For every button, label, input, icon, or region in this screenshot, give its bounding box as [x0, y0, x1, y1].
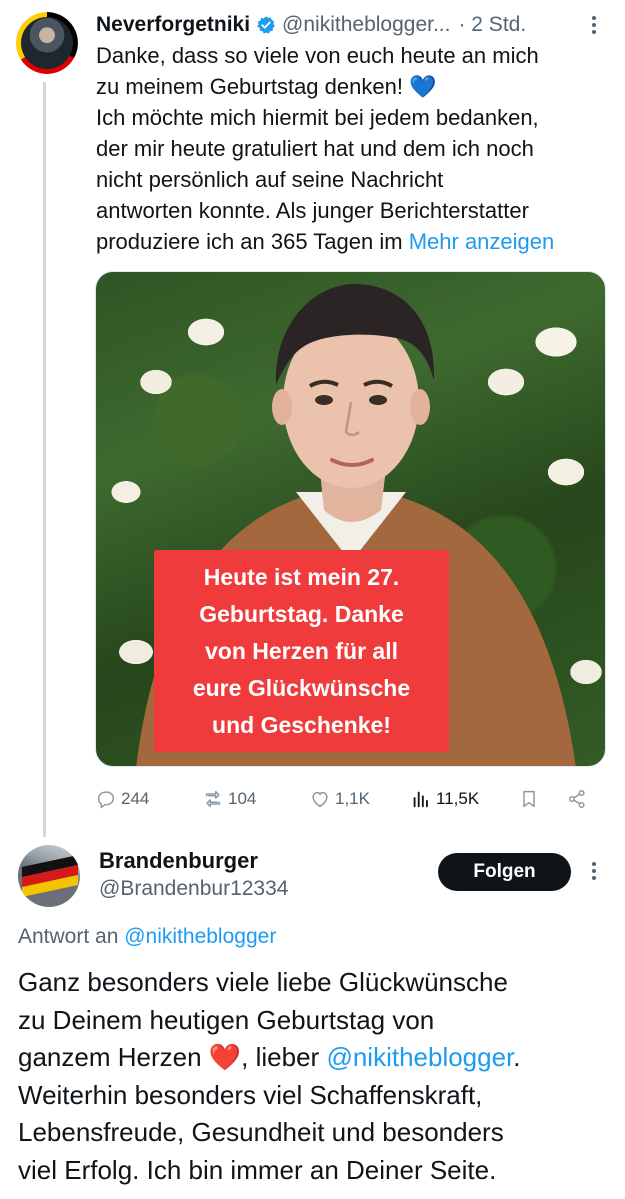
tweet-header: Neverforgetniki @nikitheblogger... · 2 S… [96, 10, 616, 40]
reply-text-line: zu Deinem heutigen Geburtstag von [18, 1004, 435, 1035]
repost-icon [205, 790, 221, 808]
reply-context: Antwort an @nikitheblogger [18, 925, 276, 949]
reply-author-avatar[interactable] [18, 845, 80, 907]
reply-text-line: Weiterhin besonders viel Schaffenskraft, [18, 1079, 483, 1110]
image-caption-text: Heute ist mein 27. Geburtstag. Danke von… [192, 563, 411, 738]
bookmark-icon [523, 790, 535, 808]
tweet-text-line: nicht persönlich auf seine Nachricht [96, 167, 444, 192]
tweet-image[interactable]: Heute ist mein 27. Geburtstag. Danke von… [95, 271, 606, 767]
tweet-timestamp[interactable]: · 2 Std. [458, 13, 526, 37]
tweet-text: Danke, dass so viele von euch heute an m… [96, 40, 616, 257]
views-count: 11,5K [436, 789, 480, 808]
tweet-text-line: zu meinem Geburtstag denken! 💙 [96, 74, 437, 99]
more-options-icon[interactable] [588, 14, 600, 36]
tweet-text-line: antworten konnte. Als junger Berichterst… [96, 198, 529, 223]
thread-connector-line [43, 82, 46, 837]
reply-count: 244 [121, 789, 150, 808]
author-avatar[interactable] [16, 12, 78, 74]
follow-button[interactable]: Folgen [438, 853, 571, 891]
reply-text: Ganz besonders viele liebe Glückwünsche … [18, 964, 618, 1189]
image-caption-box: Heute ist mein 27. Geburtstag. Danke von… [154, 550, 449, 752]
tweet-text-line-last: produziere ich an 365 Tagen im Mehr anze… [96, 226, 616, 257]
reply-author-name[interactable]: Brandenburger [99, 848, 258, 874]
reply-text-fragment: ganzem Herzen [18, 1042, 202, 1072]
avatar-photo [21, 17, 73, 69]
reply-text-fragment: , lieber [241, 1042, 320, 1072]
reply-icon [97, 791, 115, 809]
share-icon [568, 790, 585, 808]
reply-author-handle[interactable]: @Brandenbur12334 [99, 877, 288, 901]
tweet-text-fragment: produziere ich an 365 Tagen im [96, 229, 403, 254]
tweet-action-bar: 244 104 1,1K 11,5K [95, 783, 606, 815]
repost-count: 104 [228, 789, 257, 808]
reply-text-fragment: . [513, 1042, 521, 1072]
repost-button[interactable]: 104 [202, 783, 256, 815]
reply-button[interactable]: 244 [95, 783, 149, 815]
verified-badge-icon [257, 16, 275, 34]
author-handle[interactable]: @nikitheblogger... [282, 13, 450, 37]
more-options-icon[interactable] [588, 860, 600, 882]
views-button[interactable]: 11,5K [410, 783, 479, 815]
reply-to-prefix: Antwort an [18, 925, 119, 948]
tweet-text-line: Ich möchte mich hiermit bei jedem bedank… [96, 105, 539, 130]
reply-text-line: Ganz besonders viele liebe Glückwünsche [18, 967, 508, 997]
tweet-text-line: der mir heute gratuliert hat und dem ich… [96, 136, 534, 161]
reply-text-line: ganzem Herzen ❤️, lieber @nikitheblogger… [18, 1039, 618, 1077]
reply-text-line: Lebensfreude, Gesundheit und besonders [18, 1117, 504, 1147]
like-button[interactable]: 1,1K [309, 783, 370, 815]
mention-link[interactable]: @nikitheblogger [326, 1042, 513, 1072]
tweet-text-line: Danke, dass so viele von euch heute an m… [96, 43, 539, 68]
like-count: 1,1K [335, 789, 370, 808]
author-name[interactable]: Neverforgetniki [96, 13, 250, 37]
reply-text-line: viel Erfolg. Ich bin immer an Deiner Sei… [18, 1154, 497, 1185]
reply-to-handle-link[interactable]: @nikitheblogger [124, 925, 276, 948]
heart-emoji: ❤️ [208, 1042, 242, 1072]
bookmark-button[interactable] [518, 783, 544, 815]
germany-flag-icon [22, 855, 78, 897]
show-more-link[interactable]: Mehr anzeigen [409, 229, 555, 254]
views-icon [413, 791, 428, 808]
like-icon [312, 791, 328, 808]
share-button[interactable] [566, 783, 592, 815]
